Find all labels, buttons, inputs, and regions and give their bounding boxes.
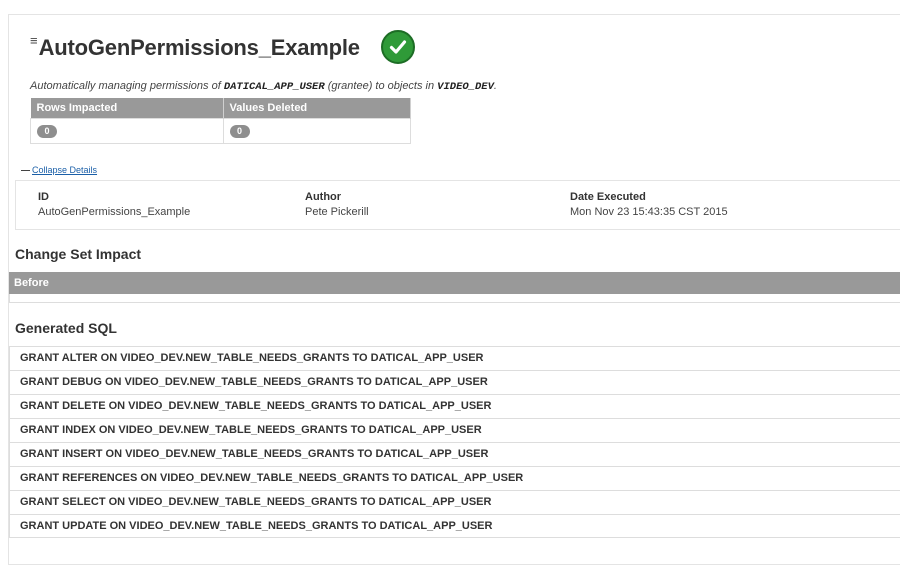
description-middle: (grantee) to objects in <box>327 80 435 92</box>
grantee-name: DATICAL_APP_USER <box>223 81 325 93</box>
date-label: Date Executed <box>570 191 646 203</box>
collapse-details-link[interactable]: Collapse Details <box>32 165 97 175</box>
sql-statement: GRANT DELETE ON VIDEO_DEV.NEW_TABLE_NEED… <box>9 394 900 418</box>
values-deleted-header: Values Deleted <box>223 98 411 119</box>
impact-stats-table: Rows Impacted Values Deleted 0 0 <box>30 98 411 144</box>
hamburger-icon[interactable]: ≡ <box>30 34 38 47</box>
author-value: Pete Pickerill <box>305 206 369 218</box>
description-prefix: Automatically managing permissions of <box>30 80 221 92</box>
schema-name: VIDEO_DEV <box>437 81 494 93</box>
sql-statement: GRANT UPDATE ON VIDEO_DEV.NEW_TABLE_NEED… <box>9 514 900 538</box>
sql-statement: GRANT DEBUG ON VIDEO_DEV.NEW_TABLE_NEEDS… <box>9 370 900 394</box>
values-deleted-cell: 0 <box>222 118 411 144</box>
sql-statement: GRANT SELECT ON VIDEO_DEV.NEW_TABLE_NEED… <box>9 490 900 514</box>
collapse-icon[interactable]: — <box>21 165 30 175</box>
sql-statement: GRANT INDEX ON VIDEO_DEV.NEW_TABLE_NEEDS… <box>9 418 900 442</box>
rows-impacted-cell: 0 <box>30 118 224 144</box>
values-deleted-badge: 0 <box>229 124 250 138</box>
sql-statement: GRANT REFERENCES ON VIDEO_DEV.NEW_TABLE_… <box>9 466 900 490</box>
before-section-body <box>9 294 900 303</box>
author-label: Author <box>305 191 342 203</box>
collapse-details-toggle[interactable]: — Collapse Details <box>21 165 97 175</box>
changeset-header: ≡ AutoGenPermissions_Example <box>30 30 360 66</box>
stats-value-row: 0 0 <box>30 118 411 144</box>
details-panel: ID AutoGenPermissions_Example Author Pet… <box>15 180 900 230</box>
rows-impacted-header: Rows Impacted <box>30 98 224 119</box>
generated-sql-heading: Generated SQL <box>15 320 117 336</box>
stats-header-row: Rows Impacted Values Deleted <box>30 98 411 119</box>
change-set-impact-heading: Change Set Impact <box>15 246 142 262</box>
before-section-header: Before <box>9 272 900 294</box>
check-icon <box>381 30 415 64</box>
changeset-description: Automatically managing permissions of DA… <box>30 80 497 93</box>
detail-id: ID AutoGenPermissions_Example <box>38 191 190 218</box>
sql-statement: GRANT ALTER ON VIDEO_DEV.NEW_TABLE_NEEDS… <box>9 346 900 370</box>
id-value: AutoGenPermissions_Example <box>38 206 191 218</box>
generated-sql-list: GRANT ALTER ON VIDEO_DEV.NEW_TABLE_NEEDS… <box>9 346 900 538</box>
detail-date: Date Executed Mon Nov 23 15:43:35 CST 20… <box>570 191 728 218</box>
changeset-title: AutoGenPermissions_Example <box>38 35 360 60</box>
description-suffix: . <box>493 80 497 92</box>
sql-statement: GRANT INSERT ON VIDEO_DEV.NEW_TABLE_NEED… <box>9 442 900 466</box>
date-value: Mon Nov 23 15:43:35 CST 2015 <box>570 206 728 218</box>
detail-author: Author Pete Pickerill <box>305 191 369 218</box>
id-label: ID <box>38 191 49 203</box>
rows-impacted-badge: 0 <box>37 124 57 138</box>
